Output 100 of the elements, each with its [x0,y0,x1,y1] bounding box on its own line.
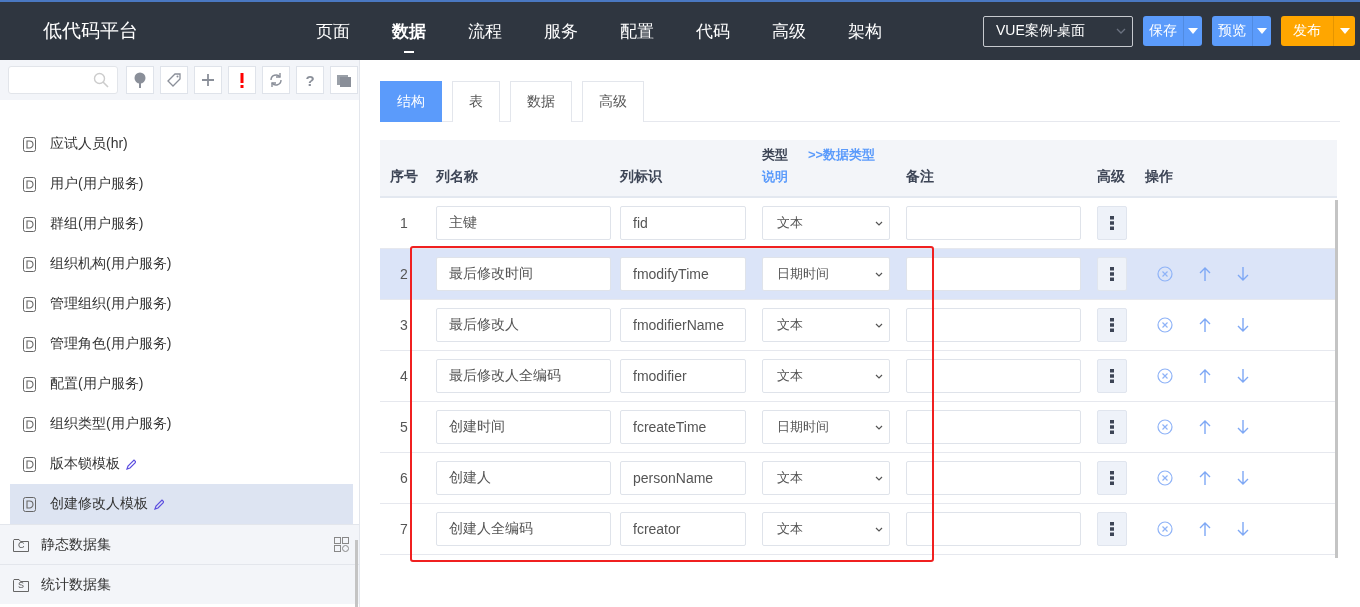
move-down-button[interactable] [1237,266,1249,282]
tree-item[interactable]: 管理角色(用户服务) [10,324,353,364]
more-button[interactable] [1097,410,1127,444]
nav-tab[interactable]: 服务 [523,13,599,49]
toolbar-button[interactable] [228,66,256,94]
more-button[interactable] [1097,359,1127,393]
row-number: 7 [399,521,409,537]
column-name-field[interactable]: 最后修改人全编码 [436,359,611,393]
toolbar-button[interactable] [262,66,290,94]
more-button[interactable] [1097,512,1127,546]
type-select[interactable]: 日期时间 [762,257,890,291]
table-row[interactable]: 7 创建人全编码 fcreator 文本 [380,504,1337,555]
project-select[interactable]: VUE案例-桌面 [983,15,1133,47]
move-up-button[interactable] [1199,317,1211,333]
nav-tab[interactable]: 代码 [675,13,751,49]
note-field[interactable] [906,308,1081,342]
move-down-button[interactable] [1237,521,1249,537]
tab[interactable]: 高级 [582,81,644,122]
scrollbar[interactable] [1335,200,1338,558]
table-row[interactable]: 6 创建人 personName 文本 [380,453,1337,504]
delete-button[interactable] [1157,419,1173,435]
tree-item[interactable]: 组织机构(用户服务) [10,244,353,284]
move-up-button[interactable] [1199,419,1211,435]
column-name-field[interactable]: 最后修改时间 [436,257,611,291]
type-select[interactable]: 文本 [762,308,890,342]
tree-item[interactable]: 创建修改人模板 [10,484,353,524]
folder-item[interactable]: S 统计数据集 [0,564,359,604]
chevron-down-icon [875,271,883,277]
note-field[interactable] [906,410,1081,444]
search-field[interactable] [8,66,118,94]
arrow-down-icon [1237,419,1249,435]
tree-item[interactable]: 版本锁模板 [10,444,353,484]
type-select[interactable]: 文本 [762,512,890,546]
move-down-button[interactable] [1237,419,1249,435]
more-button[interactable] [1097,206,1127,240]
column-id-field[interactable]: fcreateTime [620,410,746,444]
type-select[interactable]: 文本 [762,359,890,393]
note-field[interactable] [906,512,1081,546]
column-id-field[interactable]: fmodifyTime [620,257,746,291]
type-select[interactable]: 文本 [762,461,890,495]
nav-tab[interactable]: 高级 [751,13,827,49]
tree-item[interactable]: 组织类型(用户服务) [10,404,353,444]
toolbar-button[interactable] [194,66,222,94]
column-id-field[interactable]: fmodifierName [620,308,746,342]
more-button[interactable] [1097,257,1127,291]
move-down-button[interactable] [1237,317,1249,333]
nav-tab[interactable]: 流程 [447,13,523,49]
dropdown-button[interactable] [1252,16,1271,46]
delete-button[interactable] [1157,470,1173,486]
tree-item[interactable]: 用户(用户服务) [10,164,353,204]
move-up-button[interactable] [1199,470,1211,486]
scrollbar[interactable] [355,540,358,607]
item-label: 用户(用户服务) [50,175,144,193]
move-down-button[interactable] [1237,470,1249,486]
toolbar-button[interactable] [160,66,188,94]
table-row[interactable]: 4 最后修改人全编码 fmodifier 文本 [380,351,1337,402]
column-name-field[interactable]: 主键 [436,206,611,240]
column-name-field[interactable]: 最后修改人 [436,308,611,342]
toolbar-button[interactable] [126,66,154,94]
column-id-field[interactable]: fid [620,206,746,240]
dropdown-button[interactable] [1183,16,1202,46]
delete-button[interactable] [1157,317,1173,333]
tree-item[interactable]: 配置(用户服务) [10,364,353,404]
move-up-button[interactable] [1199,521,1211,537]
move-up-button[interactable] [1199,266,1211,282]
note-field[interactable] [906,257,1081,291]
delete-button[interactable] [1157,266,1173,282]
column-header: 高级 [1097,168,1126,186]
note-field[interactable] [906,206,1081,240]
column-id-field[interactable]: fmodifier [620,359,746,393]
dropdown-button[interactable] [1333,16,1355,46]
note-field[interactable] [906,359,1081,393]
table-row[interactable]: 2 最后修改时间 fmodifyTime 日期时间 [380,249,1337,300]
move-up-button[interactable] [1199,368,1211,384]
move-down-button[interactable] [1237,368,1249,384]
nav-tab[interactable]: 架构 [827,13,903,49]
more-button[interactable] [1097,308,1127,342]
column-name-field[interactable]: 创建时间 [436,410,611,444]
note-field[interactable] [906,461,1081,495]
toolbar-button[interactable] [330,66,358,94]
tree-item[interactable]: 管理组织(用户服务) [10,284,353,324]
delete-button[interactable] [1157,521,1173,537]
column-name-field[interactable]: 创建人 [436,461,611,495]
tree-item[interactable]: 应试人员(hr) [10,124,353,164]
column-id-field[interactable]: personName [620,461,746,495]
type-select[interactable]: 日期时间 [762,410,890,444]
nav-tab[interactable]: 页面 [295,13,371,49]
tree-item[interactable]: 群组(用户服务) [10,204,353,244]
table-row[interactable]: 3 最后修改人 fmodifierName 文本 [380,300,1337,351]
table-row[interactable]: 5 创建时间 fcreateTime 日期时间 [380,402,1337,453]
table-row[interactable]: 1 主键 fid 文本 [380,198,1337,249]
delete-button[interactable] [1157,368,1173,384]
type-select[interactable]: 文本 [762,206,890,240]
tab[interactable]: 表 [452,81,500,122]
column-id-field[interactable]: fcreator [620,512,746,546]
column-name-field[interactable]: 创建人全编码 [436,512,611,546]
folder-item[interactable]: C 静态数据集 [0,524,359,564]
nav-tab[interactable]: 配置 [599,13,675,49]
more-button[interactable] [1097,461,1127,495]
tab[interactable]: 数据 [510,81,572,122]
